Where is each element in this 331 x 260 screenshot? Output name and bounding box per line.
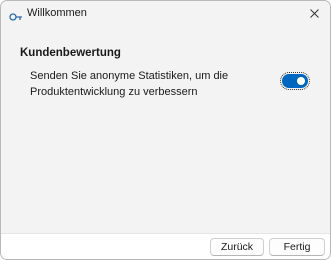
dialog-content: Kundenbewertung Senden Sie anonyme Stati… xyxy=(1,27,330,233)
setting-description-line2: Produktentwicklung zu verbessern xyxy=(30,86,198,98)
dialog-footer: Zurück Fertig xyxy=(1,233,330,259)
title-bar[interactable]: Willkommen xyxy=(1,1,330,27)
key-icon xyxy=(9,9,23,21)
statistics-toggle[interactable] xyxy=(280,72,310,90)
dialog-window: Willkommen Kundenbewertung Senden Sie an… xyxy=(0,0,331,260)
close-icon xyxy=(309,5,319,23)
finish-button[interactable]: Fertig xyxy=(269,238,325,256)
section-heading: Kundenbewertung xyxy=(20,47,121,59)
close-button[interactable] xyxy=(298,1,330,27)
toggle-knob xyxy=(297,77,305,85)
setting-description: Senden Sie anonyme Statistiken, um die P… xyxy=(30,68,260,100)
window-title: Willkommen xyxy=(27,7,87,19)
back-button[interactable]: Zurück xyxy=(210,238,264,256)
setting-description-line1: Senden Sie anonyme Statistiken, um die xyxy=(30,70,229,82)
